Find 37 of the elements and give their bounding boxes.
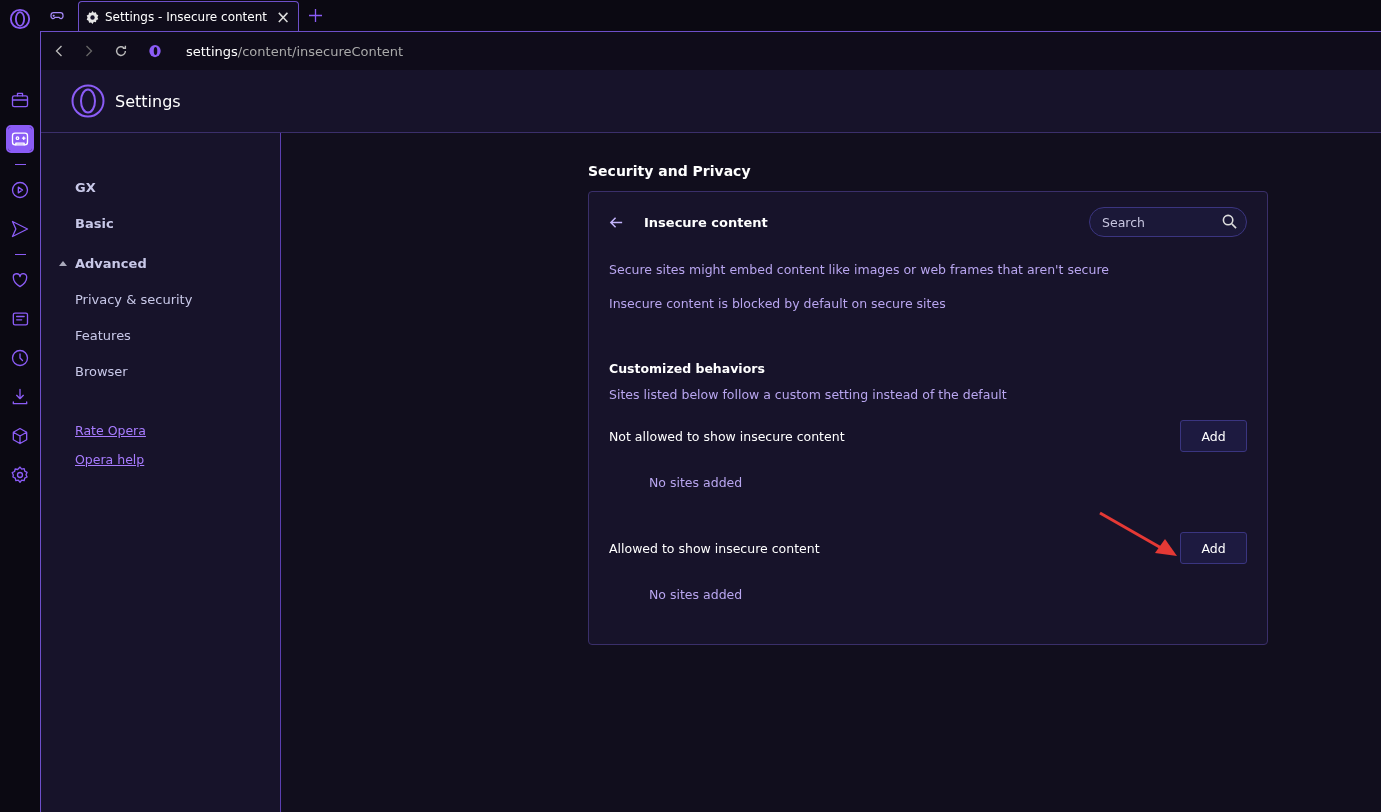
- back-icon[interactable]: [54, 44, 64, 58]
- empty-message: No sites added: [648, 473, 744, 492]
- list-label: Not allowed to show insecure content: [609, 428, 845, 444]
- close-tab-button[interactable]: ×: [272, 8, 291, 26]
- empty-message: No sites added: [648, 585, 744, 604]
- search-field[interactable]: Search: [1089, 207, 1247, 237]
- address-field[interactable]: settings/content/insecureContent: [186, 43, 404, 59]
- help-link[interactable]: Rate Opera: [75, 423, 146, 438]
- description-text: Insecure content is blocked by default on secure sites: [609, 294, 947, 313]
- nav-item[interactable]: GX: [41, 169, 96, 205]
- browser-tab[interactable]: Settings - Insecure content ×: [78, 1, 300, 32]
- gamepad-icon[interactable]: [8, 127, 32, 151]
- card-title: Insecure content: [644, 214, 769, 230]
- tab-title: Settings - Insecure content: [105, 10, 267, 24]
- nav-item[interactable]: Browser: [41, 353, 128, 389]
- help-link[interactable]: Opera help: [75, 452, 145, 467]
- nav-item[interactable]: Features: [41, 317, 131, 353]
- subsection-title: Customized behaviors: [609, 359, 766, 378]
- section-title: Security and Privacy: [588, 163, 752, 179]
- caret-icon: [59, 260, 67, 266]
- description-text: Sites listed below follow a custom setting instead of the default: [609, 385, 1008, 404]
- opera-logo-icon[interactable]: [9, 8, 31, 30]
- nav-item[interactable]: Advanced: [41, 245, 147, 281]
- add-button[interactable]: Add: [1180, 420, 1247, 452]
- list-label: Allowed to show insecure content: [609, 540, 820, 556]
- search-icon: [1222, 214, 1237, 229]
- reload-icon[interactable]: [114, 44, 128, 58]
- opera-logo-icon: [71, 84, 105, 118]
- nav-item[interactable]: Basic: [41, 205, 114, 241]
- forward-icon[interactable]: [84, 44, 94, 58]
- page-title: Settings: [115, 91, 181, 111]
- opera-logo-icon: [148, 44, 162, 58]
- description-text: Secure sites might embed content like images or web frames that aren't secure: [609, 260, 1110, 279]
- gear-icon: [85, 9, 100, 25]
- nav-item[interactable]: Privacy & security: [41, 281, 193, 317]
- new-tab-icon[interactable]: [309, 9, 323, 22]
- add-button[interactable]: Add: [1180, 532, 1247, 564]
